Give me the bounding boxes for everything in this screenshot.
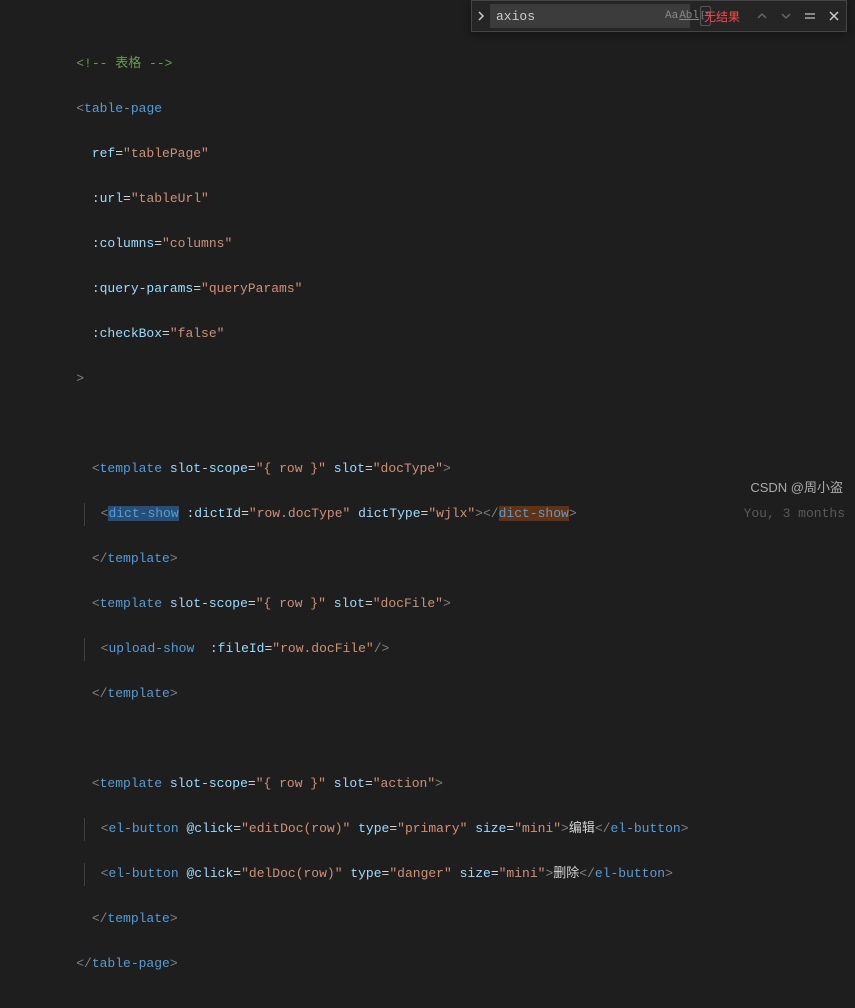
find-selection-button[interactable] [798,4,822,28]
code-editor[interactable]: <!-- 表格 --> <table-page ref="tablePage" … [0,0,855,1008]
highlight-match: dict-show [499,506,569,521]
find-widget: Aa Abl ⁅* 无结果 [471,0,847,32]
find-input-wrap: Aa Abl ⁅* [490,4,690,28]
find-toggle-replace[interactable] [472,0,490,32]
selected-text: dict-show [108,506,178,521]
find-result-count: 无结果 [694,8,750,25]
match-case-toggle[interactable]: Aa [665,6,678,26]
code-comment: <!-- 表格 --> [76,56,172,71]
git-blame-annotation: You, 3 months [744,503,845,526]
watermark: CSDN @周小盗 [750,477,843,496]
find-next-button[interactable] [774,4,798,28]
find-input[interactable] [496,9,664,24]
find-prev-button[interactable] [750,4,774,28]
find-close-button[interactable] [822,4,846,28]
